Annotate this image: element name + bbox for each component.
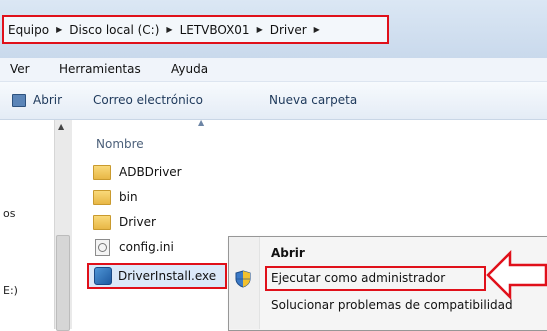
list-item[interactable]: ADBDriver [93,162,182,182]
list-item-selected[interactable]: DriverInstall.exe [94,266,216,286]
chevron-right-icon[interactable]: ▶ [56,25,62,34]
installer-icon [94,267,112,285]
email-button[interactable]: Correo electrónico [93,93,203,107]
menu-bar: Ver Herramientas Ayuda [0,58,547,82]
folder-icon [93,164,111,180]
list-item[interactable]: config.ini [93,237,174,257]
menu-herramientas[interactable]: Herramientas [59,62,141,76]
chevron-right-icon[interactable]: ▶ [166,25,172,34]
toolbar: Abrir Correo electrónico Nueva carpeta [0,82,547,120]
file-name: ADBDriver [119,165,182,179]
list-item[interactable]: Driver [93,212,156,232]
context-menu-open[interactable]: Abrir [271,246,305,260]
sort-up-icon: ▲ [198,118,205,127]
file-name: DriverInstall.exe [118,269,217,283]
folder-icon [93,214,111,230]
crumb-disco-local[interactable]: Disco local (C:) [69,23,159,37]
list-item[interactable]: bin [93,187,138,207]
scroll-up-icon[interactable]: ▲ [58,122,64,131]
breadcrumb[interactable]: Equipo ▶ Disco local (C:) ▶ LETVBOX01 ▶ … [2,15,389,44]
crumb-driver[interactable]: Driver [270,23,307,37]
uac-shield-icon [235,270,251,288]
chevron-right-icon[interactable]: ▶ [257,25,263,34]
folder-icon [93,189,111,205]
new-folder-button[interactable]: Nueva carpeta [269,93,357,107]
menu-ayuda[interactable]: Ayuda [171,62,208,76]
open-icon[interactable] [12,94,26,107]
file-name: bin [119,190,138,204]
crumb-letvbox01[interactable]: LETVBOX01 [180,23,250,37]
crumb-equipo[interactable]: Equipo [8,23,49,37]
file-name: config.ini [119,240,174,254]
annotation-arrow-icon [486,250,547,300]
scroll-thumb[interactable] [56,235,70,331]
nav-item-fragment[interactable]: os [3,207,15,220]
file-name: Driver [119,215,156,229]
navigation-pane[interactable]: os E:) [0,120,54,329]
menu-ver[interactable]: Ver [10,62,30,76]
chevron-right-icon[interactable]: ▶ [314,25,320,34]
column-header-name[interactable]: Nombre [96,137,144,151]
open-button[interactable]: Abrir [33,93,62,107]
context-menu-troubleshoot-compat[interactable]: Solucionar problemas de compatibilidad [271,298,513,312]
settings-file-icon [95,238,110,256]
context-menu-run-as-admin[interactable]: Ejecutar como administrador [271,271,445,285]
nav-item-fragment[interactable]: E:) [3,284,18,297]
